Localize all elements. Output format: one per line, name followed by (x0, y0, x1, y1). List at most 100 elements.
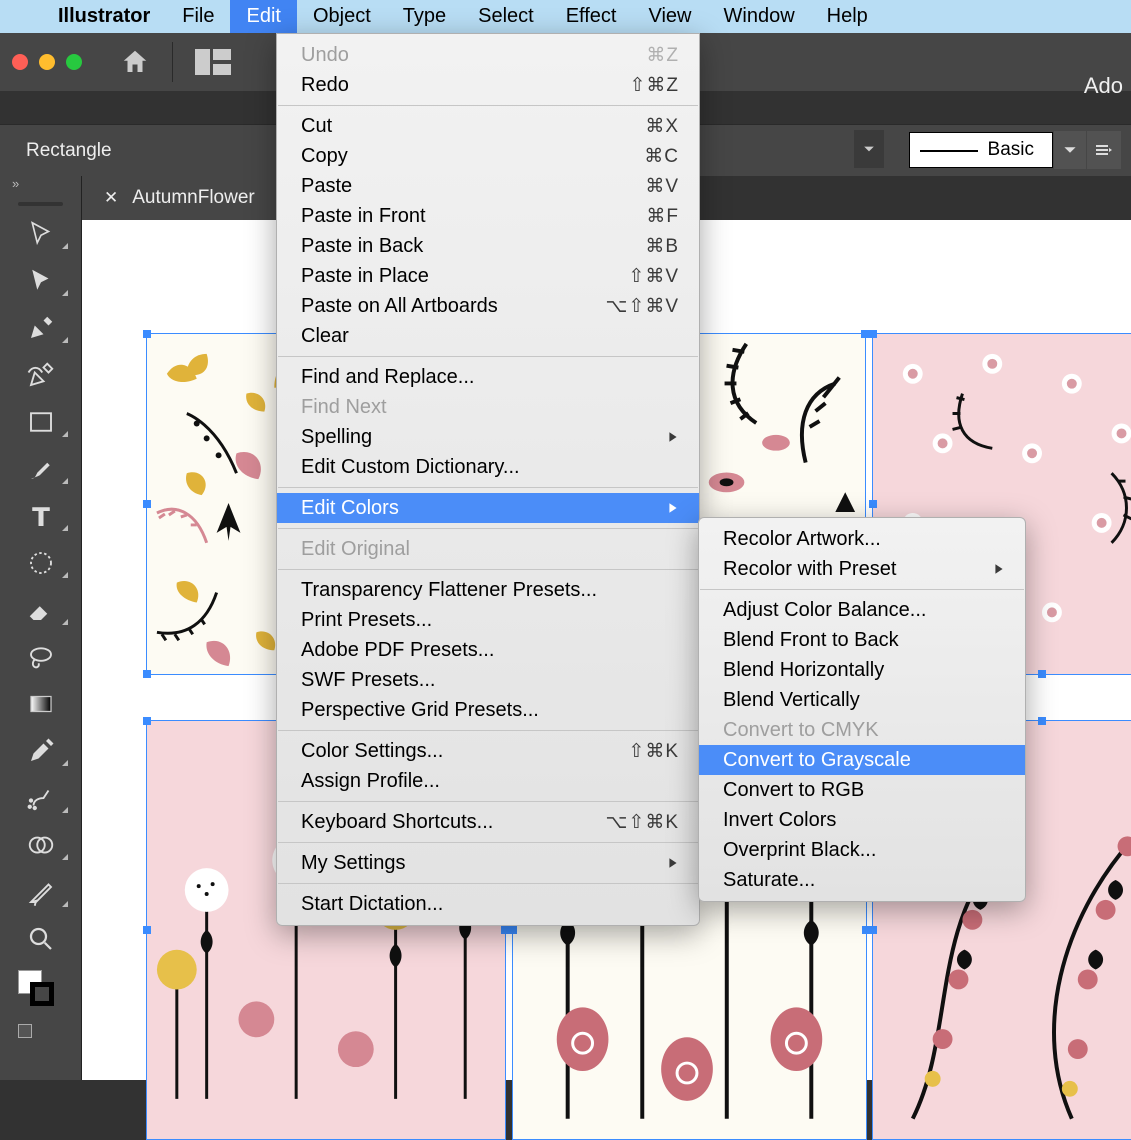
menu-item[interactable]: Blend Front to Back (699, 625, 1025, 655)
menu-item-shortcut: ⌘F (646, 205, 679, 228)
menu-item: Edit Original (277, 534, 699, 564)
opacity-dropdown[interactable] (854, 130, 884, 168)
menu-item[interactable]: Adobe PDF Presets... (277, 635, 699, 665)
menu-item[interactable]: Paste in Back⌘B (277, 231, 699, 261)
menu-view[interactable]: View (633, 0, 708, 33)
menu-help[interactable]: Help (811, 0, 884, 33)
menu-item[interactable]: Keyboard Shortcuts... ⌥⇧⌘K (277, 807, 699, 837)
lasso-tool[interactable] (0, 633, 81, 680)
tools-panel: » (0, 176, 82, 1080)
menu-item[interactable]: Print Presets... (277, 605, 699, 635)
menu-item[interactable]: Clear (277, 321, 699, 351)
menu-item-label: Print Presets... (301, 609, 432, 632)
menu-item-shortcut: ⇧⌘K (628, 740, 679, 763)
menu-item[interactable]: Paste on All Artboards⌥⇧⌘V (277, 291, 699, 321)
menu-item-label: Blend Horizontally (723, 659, 884, 682)
menu-item[interactable]: Recolor with Preset (699, 554, 1025, 584)
menu-item[interactable]: Saturate... (699, 865, 1025, 895)
menu-item-label: Convert to CMYK (723, 719, 879, 742)
menu-item-label: Start Dictation... (301, 893, 443, 916)
menu-item-shortcut: ⇧⌘V (628, 265, 679, 288)
menu-separator (278, 569, 698, 570)
menu-window[interactable]: Window (708, 0, 811, 33)
menu-select[interactable]: Select (462, 0, 550, 33)
selection-tool[interactable] (0, 210, 81, 257)
separator (172, 42, 173, 82)
close-button[interactable] (12, 54, 28, 70)
menu-item[interactable]: Recolor Artwork... (699, 524, 1025, 554)
stroke-style-dropdown[interactable] (1054, 131, 1086, 169)
arrange-documents-icon[interactable] (195, 49, 231, 75)
menu-item[interactable]: Perspective Grid Presets... (277, 695, 699, 725)
submenu-arrow-icon (993, 558, 1005, 581)
eraser-tool[interactable] (0, 586, 81, 633)
macos-menubar: Illustrator File Edit Object Type Select… (0, 0, 1131, 33)
stroke-style-button[interactable]: Basic (909, 132, 1053, 168)
menu-object[interactable]: Object (297, 0, 387, 33)
menu-item[interactable]: Spelling (277, 422, 699, 452)
menu-item[interactable]: Overprint Black... (699, 835, 1025, 865)
close-tab-icon[interactable]: ✕ (104, 188, 118, 208)
zoom-button[interactable] (66, 54, 82, 70)
pen-tool[interactable] (0, 304, 81, 351)
eyedropper-tool[interactable] (0, 727, 81, 774)
menu-item[interactable]: My Settings (277, 848, 699, 878)
menu-item[interactable]: Blend Vertically (699, 685, 1025, 715)
menu-item[interactable]: SWF Presets... (277, 665, 699, 695)
panel-menu-button[interactable] (1087, 131, 1121, 169)
menu-item-label: Perspective Grid Presets... (301, 699, 539, 722)
gradient-tool[interactable] (0, 680, 81, 727)
menu-item[interactable]: Blend Horizontally (699, 655, 1025, 685)
color-mode-toggle[interactable] (0, 1016, 81, 1046)
paintbrush-tool[interactable] (0, 445, 81, 492)
menu-item[interactable]: Assign Profile... (277, 766, 699, 796)
graphic-style-control: Basic (909, 131, 1121, 169)
menu-item-label: Convert to Grayscale (723, 749, 911, 772)
menu-item-label: Recolor with Preset (723, 558, 896, 581)
home-icon[interactable] (120, 47, 150, 77)
rectangle-tool[interactable] (0, 398, 81, 445)
menu-item-label: Keyboard Shortcuts... (301, 811, 493, 834)
menu-item[interactable]: Edit Colors (277, 493, 699, 523)
direct-selection-tool[interactable] (0, 257, 81, 304)
menu-item[interactable]: Color Settings... ⇧⌘K (277, 736, 699, 766)
menu-item[interactable]: Adjust Color Balance... (699, 595, 1025, 625)
minimize-button[interactable] (39, 54, 55, 70)
menu-item[interactable]: Cut⌘X (277, 111, 699, 141)
stroke-swatch-box[interactable] (30, 982, 54, 1006)
stroke-preview-line (920, 150, 978, 152)
fill-stroke-swatches[interactable] (0, 970, 81, 1016)
menu-item[interactable]: Convert to RGB (699, 775, 1025, 805)
menu-type[interactable]: Type (387, 0, 462, 33)
curvature-tool[interactable] (0, 351, 81, 398)
type-tool[interactable] (0, 492, 81, 539)
grip-handle[interactable] (18, 202, 63, 206)
collapse-toggle[interactable]: » (0, 176, 81, 198)
menu-item[interactable]: Paste in Front⌘F (277, 201, 699, 231)
app-title-fragment: Ado (1084, 73, 1123, 99)
shape-builder-tool[interactable] (0, 821, 81, 868)
zoom-tool[interactable] (0, 915, 81, 962)
symbol-sprayer-tool[interactable] (0, 774, 81, 821)
menu-edit[interactable]: Edit (230, 0, 296, 33)
menu-file[interactable]: File (166, 0, 230, 33)
menu-item[interactable]: Edit Custom Dictionary... (277, 452, 699, 482)
rotate-tool[interactable] (0, 539, 81, 586)
menu-item[interactable]: Convert to Grayscale (699, 745, 1025, 775)
menu-item[interactable]: Redo⇧⌘Z (277, 70, 699, 100)
app-name[interactable]: Illustrator (42, 0, 166, 33)
menu-item[interactable]: Start Dictation... (277, 889, 699, 919)
menu-effect[interactable]: Effect (550, 0, 633, 33)
menu-item[interactable]: Invert Colors (699, 805, 1025, 835)
menu-item-shortcut: ⌘Z (646, 44, 679, 67)
menu-item[interactable]: Paste⌘V (277, 171, 699, 201)
menu-item[interactable]: Copy⌘C (277, 141, 699, 171)
menu-item: Find Next (277, 392, 699, 422)
menu-item[interactable]: Paste in Place⇧⌘V (277, 261, 699, 291)
menu-item-label: Color Settings... (301, 740, 443, 763)
menu-item[interactable]: Find and Replace... (277, 362, 699, 392)
stroke-style-label: Basic (988, 139, 1034, 160)
menu-item[interactable]: Transparency Flattener Presets... (277, 575, 699, 605)
menu-item-shortcut: ⌥⇧⌘K (606, 811, 680, 834)
slice-tool[interactable] (0, 868, 81, 915)
